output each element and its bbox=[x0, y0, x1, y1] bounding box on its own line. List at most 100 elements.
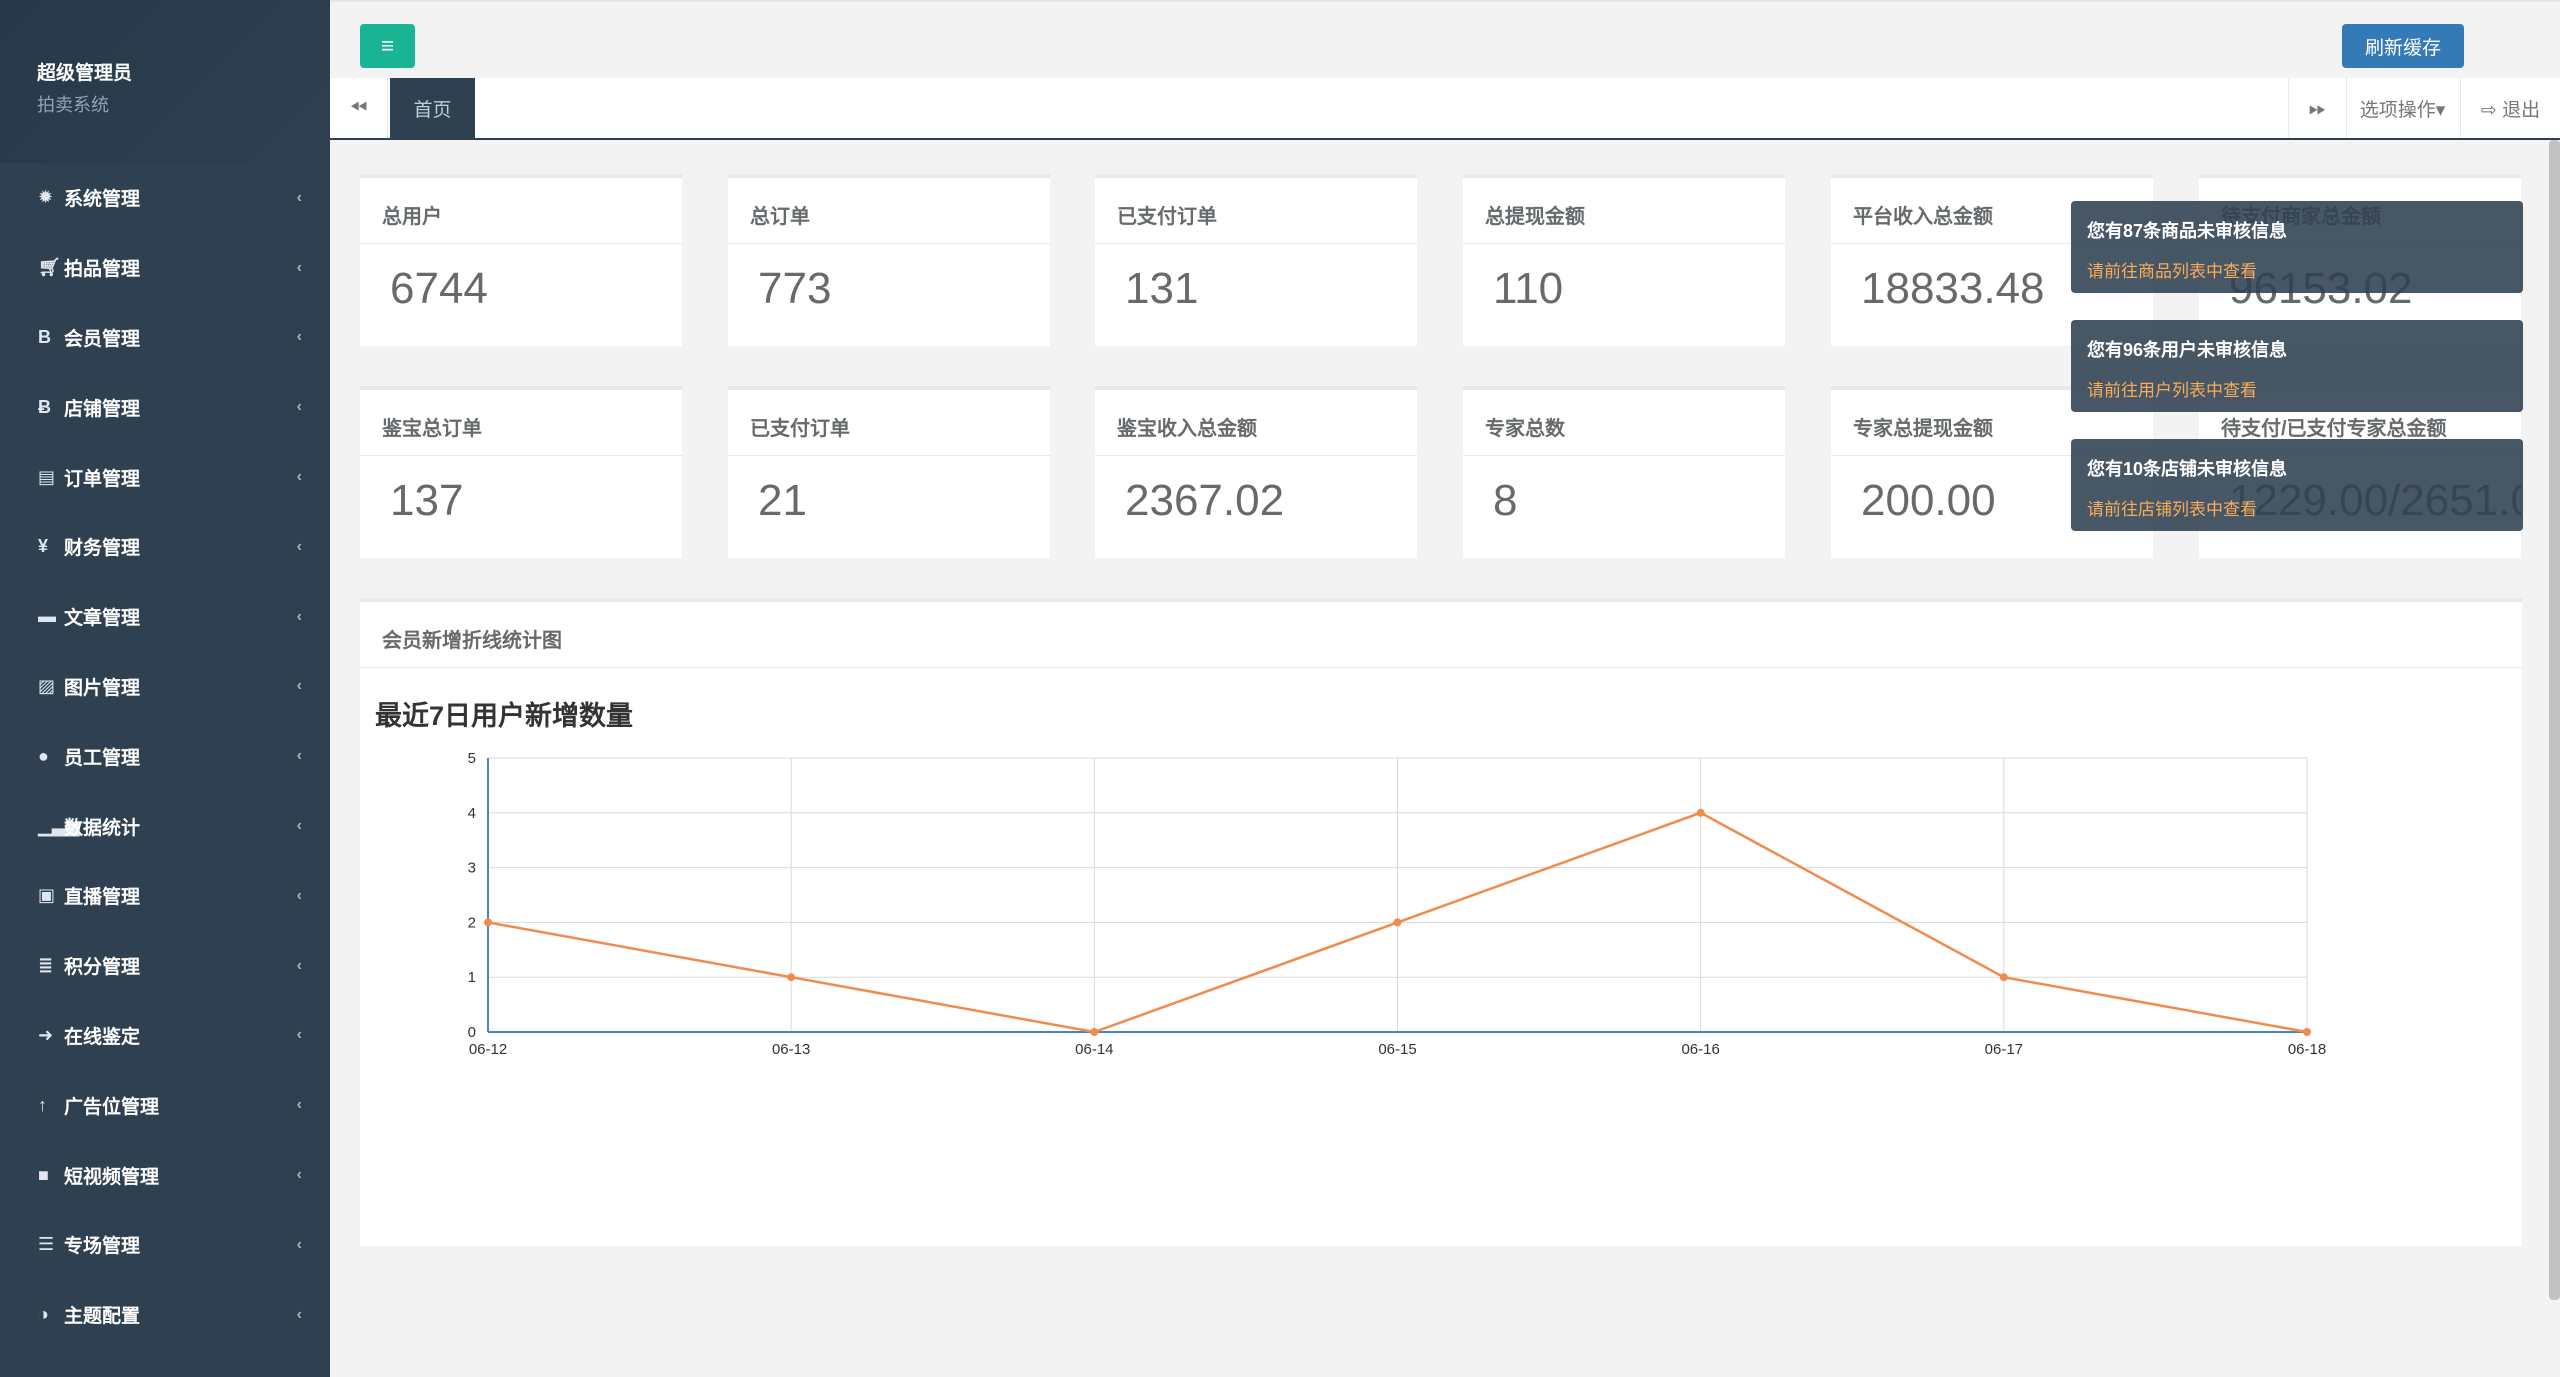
notification-link[interactable]: 请前往商品列表中查看 bbox=[2087, 257, 2507, 282]
y-tick-label: 2 bbox=[468, 914, 476, 931]
refresh-cache-button[interactable]: 刷新缓存 bbox=[2342, 24, 2464, 68]
notification-toast[interactable]: 您有10条店铺未审核信息请前往店铺列表中查看 bbox=[2071, 439, 2523, 531]
notification-link[interactable]: 请前往店铺列表中查看 bbox=[2087, 495, 2507, 520]
tab-bar: ⏪︎ 首页 ⏩︎ 选项操作▾ ⇨ 退出 bbox=[330, 78, 2560, 140]
stat-card-value: 137 bbox=[390, 476, 464, 525]
chevron-left-icon: ‹ bbox=[296, 1235, 302, 1253]
image-icon: ▨ bbox=[38, 675, 56, 696]
sidebar-item-label: 订单管理 bbox=[64, 468, 141, 490]
sidebar-item[interactable]: Ƀ 店铺管理 ‹ bbox=[0, 372, 330, 442]
chevron-left-icon: ‹ bbox=[296, 1166, 302, 1184]
sidebar-item[interactable]: ↑ 广告位管理 ‹ bbox=[0, 1070, 330, 1140]
profile[interactable]: 超级管理员 拍卖系统 bbox=[0, 0, 330, 163]
notification-toast[interactable]: 您有96条用户未审核信息请前往用户列表中查看 bbox=[2071, 320, 2523, 412]
sidebar-item[interactable]: ● 员工管理 ‹ bbox=[0, 721, 330, 791]
sidebar-item[interactable]: ■ 短视频管理 ‹ bbox=[0, 1140, 330, 1210]
sidebar-item[interactable]: ▁▃▅ 数据统计 ‹ bbox=[0, 791, 330, 861]
notification-title: 您有96条用户未审核信息 bbox=[2087, 340, 2288, 360]
chevron-left-icon: ‹ bbox=[296, 817, 302, 835]
stat-card-title: 总提现金额 bbox=[1463, 178, 1785, 244]
chevron-left-icon: ‹ bbox=[296, 328, 302, 346]
stat-card-value: 21 bbox=[758, 476, 807, 525]
chevron-left-icon: ‹ bbox=[296, 677, 302, 695]
y-tick-label: 3 bbox=[468, 860, 476, 877]
chart-panel-title: 会员新增折线统计图 bbox=[360, 602, 2522, 668]
data-point bbox=[1393, 918, 1402, 927]
chevron-left-icon: ‹ bbox=[296, 398, 302, 416]
sidebar-item-label: 图片管理 bbox=[64, 677, 141, 699]
hamburger-icon: ≡ bbox=[381, 33, 394, 58]
arrow-right-icon: ➜ bbox=[38, 1024, 54, 1045]
cart-icon: 🛒︎ bbox=[38, 257, 61, 278]
data-point bbox=[1999, 973, 2008, 982]
sidebar-item-label: 员工管理 bbox=[64, 747, 141, 769]
sidebar-item-label: 文章管理 bbox=[64, 608, 141, 630]
sidebar-item[interactable]: B 会员管理 ‹ bbox=[0, 303, 330, 373]
sidebar-item[interactable]: ≣ 积分管理 ‹ bbox=[0, 931, 330, 1001]
sidebar-item-label: 直播管理 bbox=[64, 887, 141, 909]
stat-card: 已支付订单 131 bbox=[1095, 174, 1417, 346]
logout-button[interactable]: ⇨ 退出 bbox=[2460, 78, 2560, 138]
tab-scroll-left-button[interactable]: ⏪︎ bbox=[330, 78, 388, 138]
notification-link[interactable]: 请前往用户列表中查看 bbox=[2087, 376, 2507, 401]
sidebar-nav: ✹ 系统管理 ‹ 🛒︎ 拍品管理 ‹ B 会员管理 ‹ Ƀ 店铺管理 ‹ ▤ 订单管理 ‹ ¥ 财务管理 ‹ ▬ 文章… bbox=[0, 163, 330, 1350]
sidebar-item-label: 广告位管理 bbox=[64, 1096, 160, 1118]
chart-title: 最近7日用户新增数量 bbox=[375, 701, 634, 731]
sidebar-item-label: 短视频管理 bbox=[64, 1166, 160, 1188]
sidebar-item[interactable]: 🛒︎ 拍品管理 ‹ bbox=[0, 233, 330, 303]
sidebar-item[interactable]: ▣ 直播管理 ‹ bbox=[0, 861, 330, 931]
stat-card-title: 总订单 bbox=[728, 178, 1050, 244]
stat-card-title: 鉴宝总订单 bbox=[360, 390, 682, 456]
chevron-left-icon: ‹ bbox=[296, 886, 302, 904]
data-point bbox=[1090, 1028, 1099, 1036]
tab-home[interactable]: 首页 bbox=[390, 78, 475, 138]
notification-title: 您有87条商品未审核信息 bbox=[2087, 221, 2288, 241]
y-tick-label: 5 bbox=[468, 752, 476, 767]
sidebar-item[interactable]: ▤ 订单管理 ‹ bbox=[0, 442, 330, 512]
menu-toggle-button[interactable]: ≡ bbox=[360, 24, 415, 68]
notification-toast[interactable]: 您有87条商品未审核信息请前往商品列表中查看 bbox=[2071, 201, 2523, 293]
stat-card: 已支付订单 21 bbox=[728, 386, 1050, 558]
x-tick-label: 06-15 bbox=[1378, 1041, 1416, 1058]
sidebar-item[interactable]: ◑ 主题配置 ‹ bbox=[0, 1280, 330, 1350]
tab-options-dropdown[interactable]: 选项操作▾ bbox=[2346, 78, 2458, 138]
sidebar-item[interactable]: ➜ 在线鉴定 ‹ bbox=[0, 1001, 330, 1071]
y-tick-label: 1 bbox=[468, 969, 476, 986]
top-bar: ≡ 刷新缓存 bbox=[330, 0, 2560, 78]
data-point bbox=[2303, 1028, 2311, 1036]
sidebar-item[interactable]: ✹ 系统管理 ‹ bbox=[0, 163, 330, 233]
sidebar-item-label: 店铺管理 bbox=[64, 398, 141, 420]
tab-scroll-right-button[interactable]: ⏩︎ bbox=[2288, 78, 2346, 138]
chevron-left-icon: ‹ bbox=[296, 468, 302, 486]
stat-card-title: 已支付订单 bbox=[1095, 178, 1417, 244]
video-icon: ■ bbox=[38, 1164, 49, 1185]
notification-title: 您有10条店铺未审核信息 bbox=[2087, 459, 2288, 479]
profile-name: 超级管理员 bbox=[37, 63, 133, 84]
line-chart: 0 1 2 3 4 5 06-12 06-13 06-14 06-15 06-16 06-17 06-1… bbox=[468, 752, 2327, 1058]
page-scrollbar[interactable] bbox=[2549, 140, 2560, 1300]
y-tick-label: 4 bbox=[468, 805, 476, 822]
stat-card: 专家总数 8 bbox=[1463, 386, 1785, 558]
stat-card-value: 2367.02 bbox=[1125, 476, 1285, 525]
chevron-left-icon: ‹ bbox=[296, 1096, 302, 1114]
stat-card: 总用户 6744 bbox=[360, 174, 682, 346]
sidebar-item-label: 在线鉴定 bbox=[64, 1026, 141, 1048]
sidebar-item[interactable]: ¥ 财务管理 ‹ bbox=[0, 512, 330, 582]
chevron-left-icon: ‹ bbox=[296, 607, 302, 625]
sidebar-item[interactable]: ☰ 专场管理 ‹ bbox=[0, 1210, 330, 1280]
stat-card-value: 8 bbox=[1493, 476, 1518, 525]
stat-card: 鉴宝收入总金额 2367.02 bbox=[1095, 386, 1417, 558]
profile-subtitle: 拍卖系统 bbox=[37, 95, 109, 115]
sidebar-item[interactable]: ▬ 文章管理 ‹ bbox=[0, 582, 330, 652]
briefcase-icon: ▬ bbox=[38, 606, 56, 627]
stat-card-title: 鉴宝收入总金额 bbox=[1095, 390, 1417, 456]
stat-card: 总订单 773 bbox=[728, 174, 1050, 346]
sidebar-item[interactable]: ▨ 图片管理 ‹ bbox=[0, 652, 330, 722]
stat-card-value: 6744 bbox=[390, 264, 488, 313]
stat-card-title: 总用户 bbox=[360, 178, 682, 244]
stat-card-value: 110 bbox=[1493, 264, 1564, 313]
backward-icon: ⏪︎ bbox=[349, 95, 368, 120]
chevron-left-icon: ‹ bbox=[296, 747, 302, 765]
bitcoin-icon: Ƀ bbox=[38, 396, 51, 417]
stat-card: 鉴宝总订单 137 bbox=[360, 386, 682, 558]
